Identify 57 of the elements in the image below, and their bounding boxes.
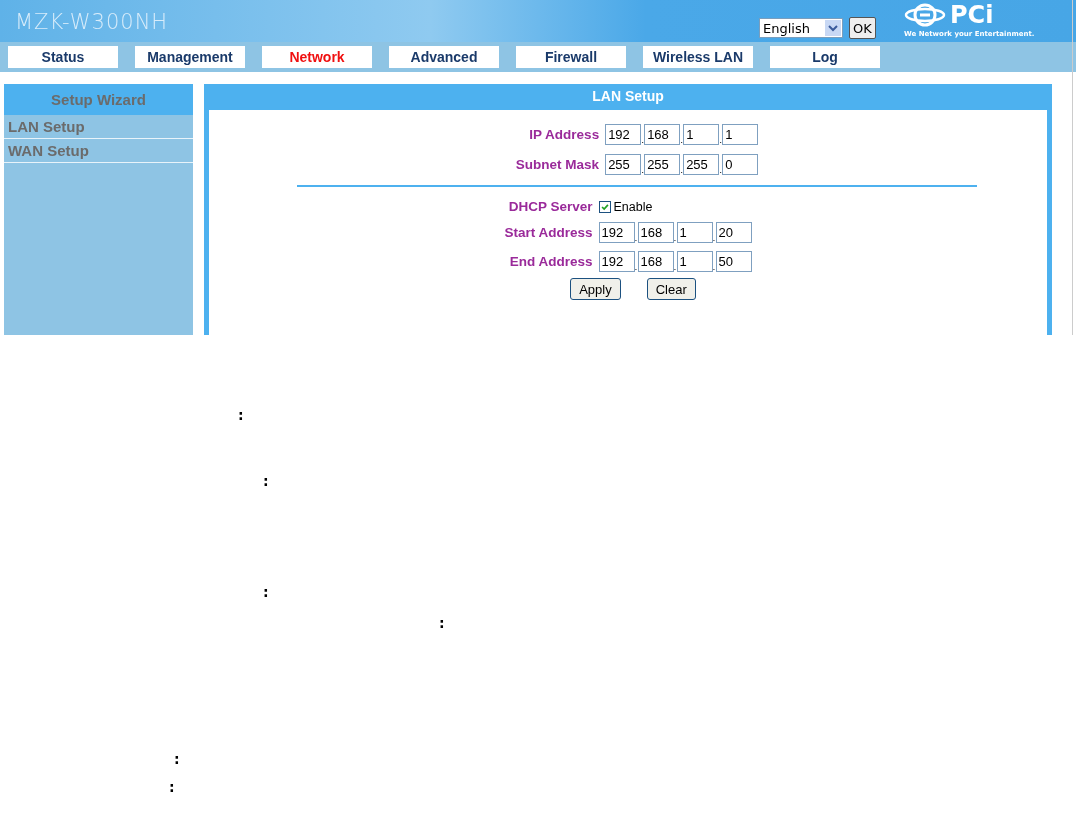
octet-field[interactable]: 192 xyxy=(598,251,635,272)
dot-separator: . xyxy=(673,233,677,243)
colon-mark: : xyxy=(169,779,175,795)
brand-logo: PCi xyxy=(950,2,994,28)
octet-field[interactable]: 20 xyxy=(715,222,752,243)
colon-mark: : xyxy=(439,615,445,631)
checkbox-label: Enable xyxy=(613,199,653,214)
field-label: End Address xyxy=(508,254,593,269)
caret-icon xyxy=(825,20,841,36)
colon-mark: : xyxy=(263,584,269,600)
clear-button[interactable]: Clear xyxy=(646,278,696,300)
apply-button[interactable]: Apply xyxy=(570,278,621,300)
language-select[interactable]: English xyxy=(759,18,843,38)
octet-field[interactable]: 255 xyxy=(605,154,642,175)
dot-separator: . xyxy=(719,135,723,145)
octet-field[interactable]: 50 xyxy=(715,251,752,272)
octet-field[interactable]: 1 xyxy=(683,124,720,145)
model-name: MZK-W300NH xyxy=(15,10,169,34)
field-label: DHCP Server xyxy=(507,199,593,214)
octet-field[interactable]: 1 xyxy=(676,222,713,243)
ok-button[interactable]: OK xyxy=(849,17,876,39)
colon-mark: : xyxy=(238,407,244,423)
dot-separator: . xyxy=(680,165,684,175)
dot-separator: . xyxy=(641,135,645,145)
field-label: Subnet Mask xyxy=(515,157,600,172)
colon-mark: : xyxy=(263,473,269,489)
octet-field[interactable]: 1 xyxy=(676,251,713,272)
nav-tab[interactable]: Network xyxy=(262,46,372,68)
octet-field[interactable]: 192 xyxy=(605,124,642,145)
dot-separator: . xyxy=(712,233,716,243)
dot-separator: . xyxy=(634,233,638,243)
octet-field[interactable]: 1 xyxy=(722,124,759,145)
dot-separator: . xyxy=(719,165,723,175)
octet-field[interactable]: 168 xyxy=(637,251,674,272)
nav-tab[interactable]: Wireless LAN xyxy=(643,46,753,68)
octet-field[interactable]: 192 xyxy=(598,222,635,243)
octet-field[interactable]: 168 xyxy=(637,222,674,243)
dot-separator: . xyxy=(634,262,638,272)
dot-separator: . xyxy=(641,165,645,175)
dot-separator: . xyxy=(712,262,716,272)
nav-tab[interactable]: Log xyxy=(770,46,880,68)
nav-tab[interactable]: Management xyxy=(135,46,245,68)
sidebar-title: Setup Wizard xyxy=(4,84,193,115)
colon-mark: : xyxy=(174,751,180,767)
nav-tab[interactable]: Firewall xyxy=(516,46,626,68)
octet-field[interactable]: 255 xyxy=(644,154,681,175)
field-label: Start Address xyxy=(504,225,593,240)
globe-logo-icon xyxy=(904,1,946,29)
field-label: IP Address xyxy=(528,127,600,142)
octet-field[interactable]: 168 xyxy=(644,124,681,145)
enable-checkbox[interactable] xyxy=(598,200,611,213)
octet-field[interactable]: 0 xyxy=(722,154,759,175)
dot-separator: . xyxy=(673,262,677,272)
nav-tab[interactable]: Status xyxy=(8,46,118,68)
dot-separator: . xyxy=(680,135,684,145)
octet-field[interactable]: 255 xyxy=(683,154,720,175)
nav-tab[interactable]: Advanced xyxy=(389,46,499,68)
